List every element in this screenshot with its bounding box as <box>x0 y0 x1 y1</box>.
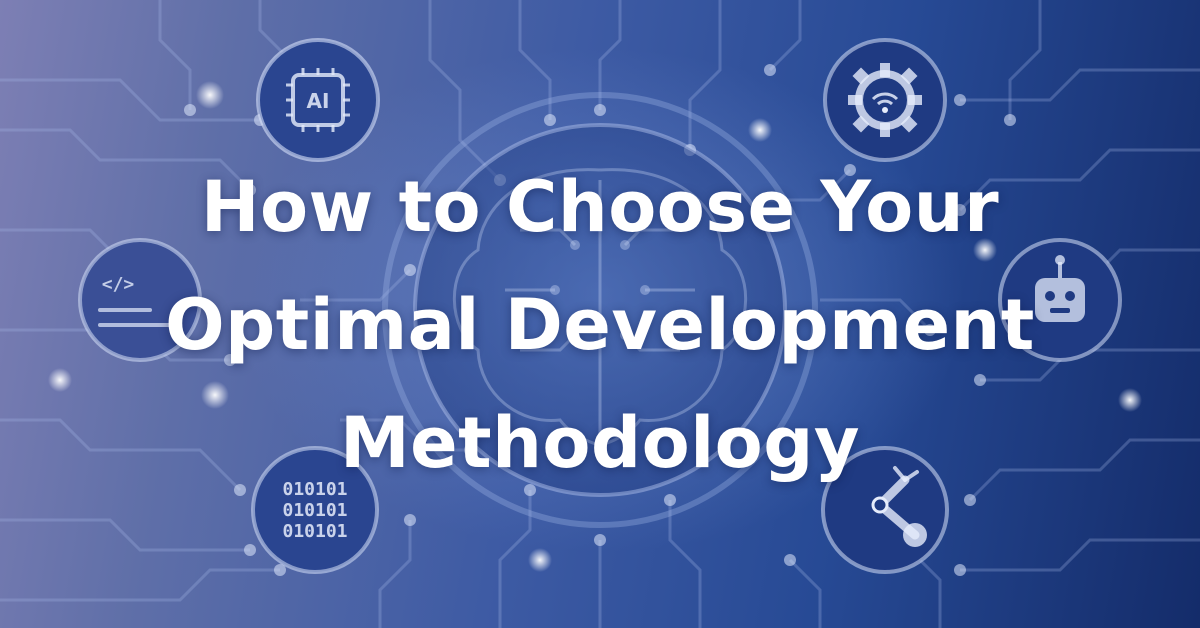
title-line-1: How to Choose Your <box>200 166 1000 248</box>
title-line-3: Methodology <box>339 402 861 484</box>
ai-chip-icon: AI <box>256 38 380 162</box>
gear-wifi-icon <box>823 38 947 162</box>
banner: AI </> 010101 010101 010101 How to Choos… <box>0 0 1200 628</box>
page-title: How to Choose Your Optimal Development M… <box>0 148 1200 502</box>
title-line-2: Optimal Development <box>165 284 1035 366</box>
binary-line-2: 010101 <box>282 500 347 521</box>
binary-line-3: 010101 <box>282 521 347 542</box>
ai-chip-label: AI <box>307 89 330 113</box>
